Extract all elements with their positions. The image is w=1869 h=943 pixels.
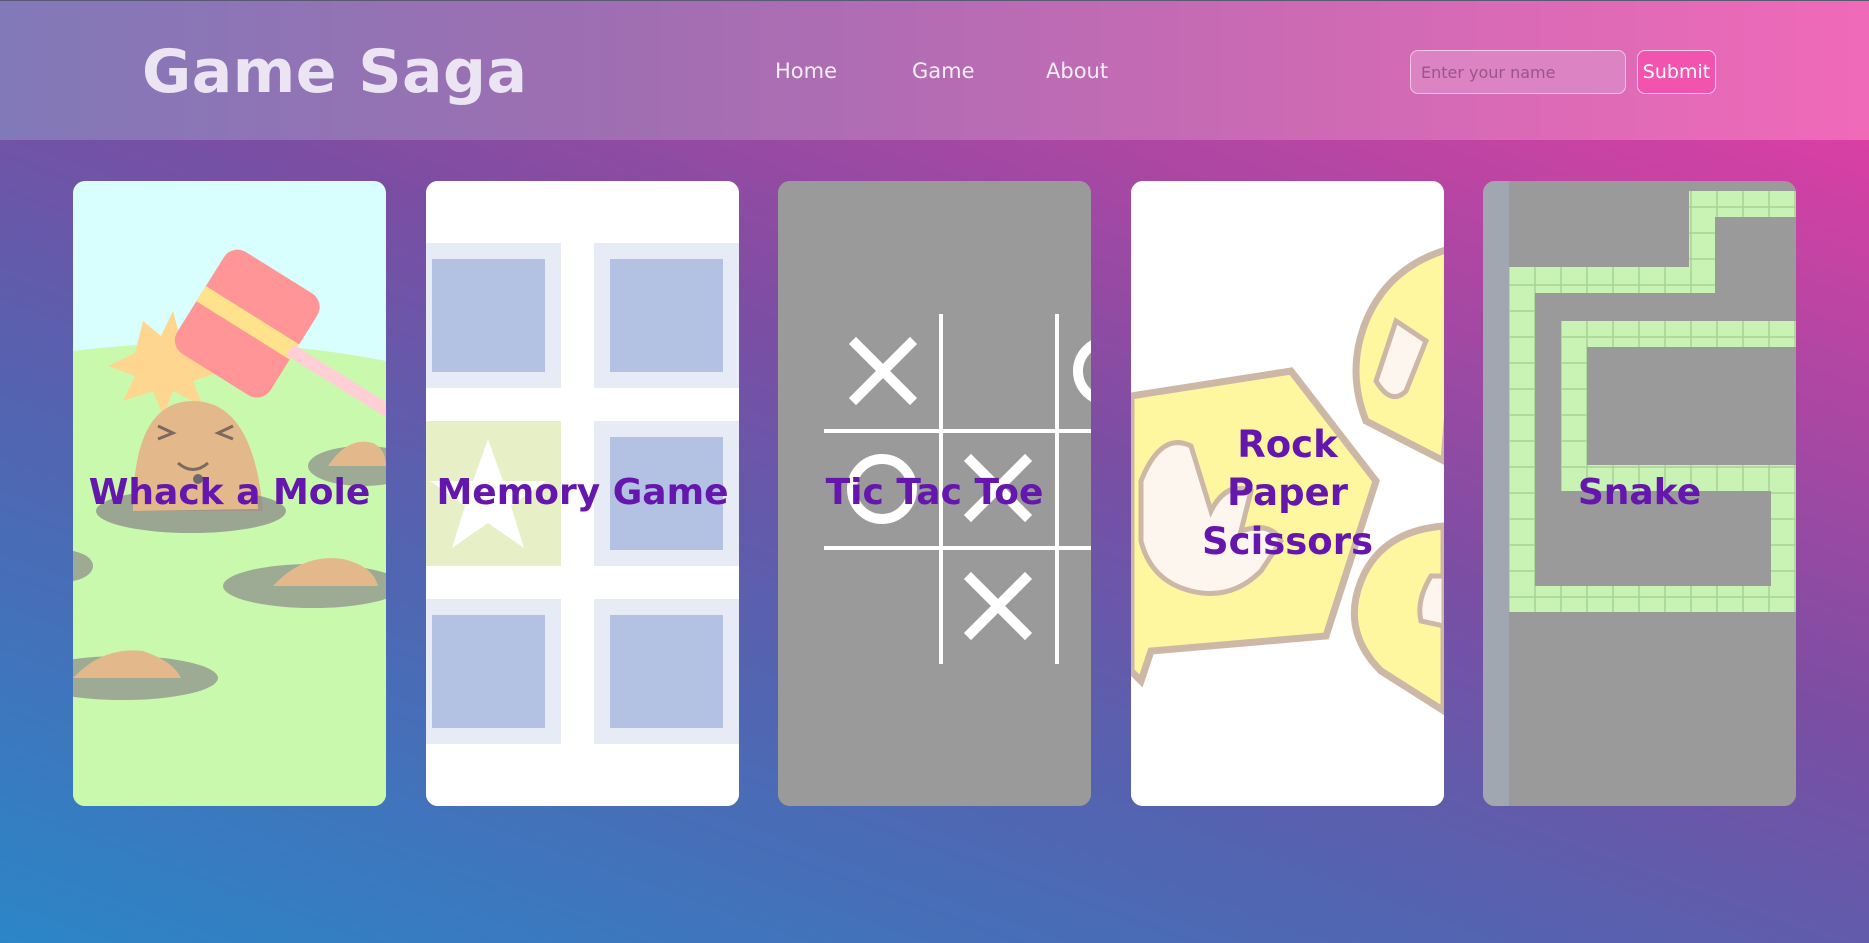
- card-title: Tic Tac Toe: [825, 472, 1044, 514]
- game-card-whack-a-mole[interactable]: Whack a Mole: [73, 181, 386, 806]
- game-card-memory-game[interactable]: Memory Game: [426, 181, 739, 806]
- submit-button[interactable]: Submit: [1637, 50, 1716, 94]
- game-card-snake[interactable]: Snake: [1483, 181, 1796, 806]
- card-title: Snake: [1577, 472, 1702, 514]
- card-title: Whack a Mole: [88, 472, 371, 514]
- game-card-tic-tac-toe[interactable]: Tic Tac Toe: [778, 181, 1091, 806]
- site-header: Game Saga Home Game About Submit: [0, 0, 1869, 140]
- name-input[interactable]: [1410, 50, 1626, 94]
- card-title: Memory Game: [436, 472, 729, 514]
- game-card-rock-paper-scissors[interactable]: Rock Paper Scissors: [1131, 181, 1444, 806]
- nav-game[interactable]: Game: [912, 59, 975, 83]
- site-logo[interactable]: Game Saga: [142, 37, 527, 107]
- card-title: Rock Paper Scissors: [1202, 423, 1373, 563]
- nav-home[interactable]: Home: [775, 59, 837, 83]
- nav-about[interactable]: About: [1046, 59, 1108, 83]
